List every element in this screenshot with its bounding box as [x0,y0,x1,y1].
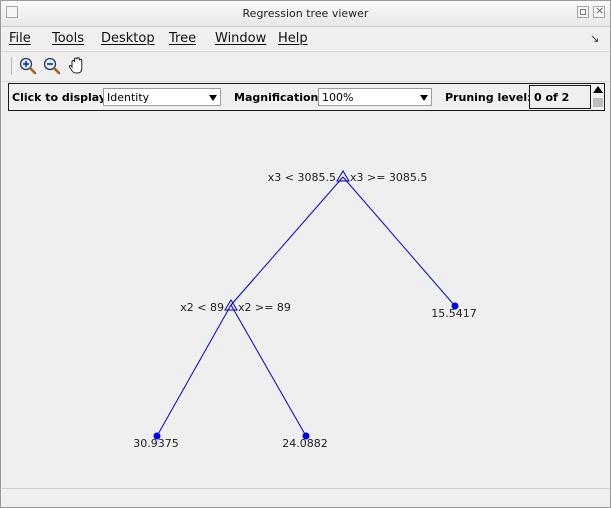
toolbar [1,51,610,82]
pruning-level-field[interactable]: 0 of 2 [529,85,591,109]
control-panel: Click to display: Identity Magnification… [8,83,605,111]
title-bar[interactable]: Regression tree viewer [1,1,610,27]
menu-desktop[interactable]: Desktop [101,31,155,46]
menu-tools[interactable]: Tools [52,31,84,46]
pruning-label: Pruning level: [445,91,532,104]
maximize-button[interactable] [577,6,589,18]
display-label: Click to display: [12,91,111,104]
root-left-rule: x3 < 3085.5 [268,171,336,184]
stepper-up-icon[interactable] [593,86,603,93]
menu-window[interactable]: Window [215,31,266,46]
leaf-value-middle: 24.0882 [282,437,328,450]
stepper-down-icon[interactable] [593,98,603,107]
menu-help[interactable]: Help [278,31,308,46]
display-select[interactable]: Identity [103,88,221,106]
display-select-value: Identity [107,91,150,104]
zoom-in-icon [19,57,37,75]
pan-hand-icon [68,57,83,74]
menu-tree[interactable]: Tree [169,31,196,46]
zoom-out-icon [43,57,61,75]
pruning-stepper[interactable] [592,84,604,110]
magnification-label: Magnification: [234,91,323,104]
window-title: Regression tree viewer [242,7,369,20]
branch-root-right [342,176,456,307]
menu-file[interactable]: File [9,31,31,46]
dock-arrow-icon[interactable]: ↘ [590,32,599,45]
toolbar-separator [11,57,15,75]
chevron-down-icon [420,95,428,101]
branch-split-right [230,304,307,437]
chevron-down-icon [209,95,217,101]
app-window: Regression tree viewer File Tools Deskto… [0,0,611,508]
magnification-select[interactable]: 100% [318,88,432,106]
menu-bar: File Tools Desktop Tree Window Help ↘ [1,27,610,51]
pan-button[interactable] [67,56,87,76]
zoom-in-button[interactable] [18,56,38,76]
tree-canvas[interactable]: x3 < 3085.5 x3 >= 3085.5 x2 < 89 x2 >= 8… [8,112,605,488]
branch-split-left [156,304,232,437]
root-node-triangle[interactable] [336,170,350,182]
tree-plot: x3 < 3085.5 x3 >= 3085.5 x2 < 89 x2 >= 8… [133,170,477,450]
branch-root-left [230,176,344,306]
zoom-out-button[interactable] [42,56,62,76]
status-divider [1,488,610,489]
close-button[interactable] [593,4,605,18]
leaf-value-right: 15.5417 [431,307,477,320]
split-left-rule: x2 < 89 [180,301,224,314]
split-right-rule: x2 >= 89 [238,301,291,314]
pruning-level-value: 0 of 2 [534,91,570,104]
root-right-rule: x3 >= 3085.5 [350,171,427,184]
leaf-value-left: 30.9375 [133,437,179,450]
magnification-select-value: 100% [322,91,354,104]
